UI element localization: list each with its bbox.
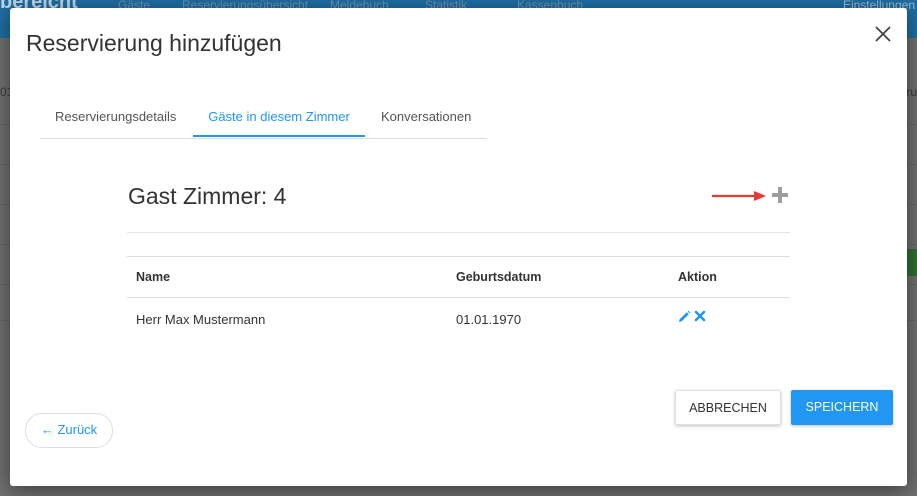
delete-icon[interactable] <box>694 310 706 322</box>
plus-icon <box>772 187 788 203</box>
close-icon <box>875 26 891 42</box>
close-button[interactable] <box>873 24 893 44</box>
back-button[interactable]: ← Zurück <box>25 413 113 448</box>
modal-title: Reservierung hinzufügen <box>26 30 282 56</box>
reservation-modal: Reservierung hinzufügen Reservierungsdet… <box>10 8 907 486</box>
guest-birthdate: 01.01.1970 <box>456 312 522 327</box>
tab-reservation-details[interactable]: Reservierungsdetails <box>55 98 176 137</box>
background-edge-text: ru <box>906 85 917 99</box>
tab-bar: Reservierungsdetails Gäste in diesem Zim… <box>40 98 487 139</box>
column-header-action: Aktion <box>678 270 717 284</box>
tab-guests-in-room[interactable]: Gäste in diesem Zimmer <box>193 98 365 137</box>
column-header-birthdate: Geburtsdatum <box>456 270 542 284</box>
tab-conversations[interactable]: Konversationen <box>381 98 471 137</box>
guest-room-heading: Gast Zimmer: 4 <box>128 183 287 209</box>
save-button[interactable]: SPEICHERN <box>791 390 893 425</box>
cancel-button[interactable]: ABBRECHEN <box>675 390 781 425</box>
table-row: Herr Max Mustermann 01.01.1970 <box>127 298 790 338</box>
section-divider <box>127 232 790 233</box>
column-header-name: Name <box>136 270 171 284</box>
guest-table: Name Geburtsdatum Aktion Herr Max Muster… <box>127 256 790 338</box>
table-header: Name Geburtsdatum Aktion <box>127 256 790 298</box>
annotation-arrow-icon <box>712 191 766 201</box>
guest-name: Herr Max Mustermann <box>136 312 266 327</box>
pencil-icon[interactable] <box>677 310 691 324</box>
add-guest-button[interactable] <box>769 184 791 206</box>
